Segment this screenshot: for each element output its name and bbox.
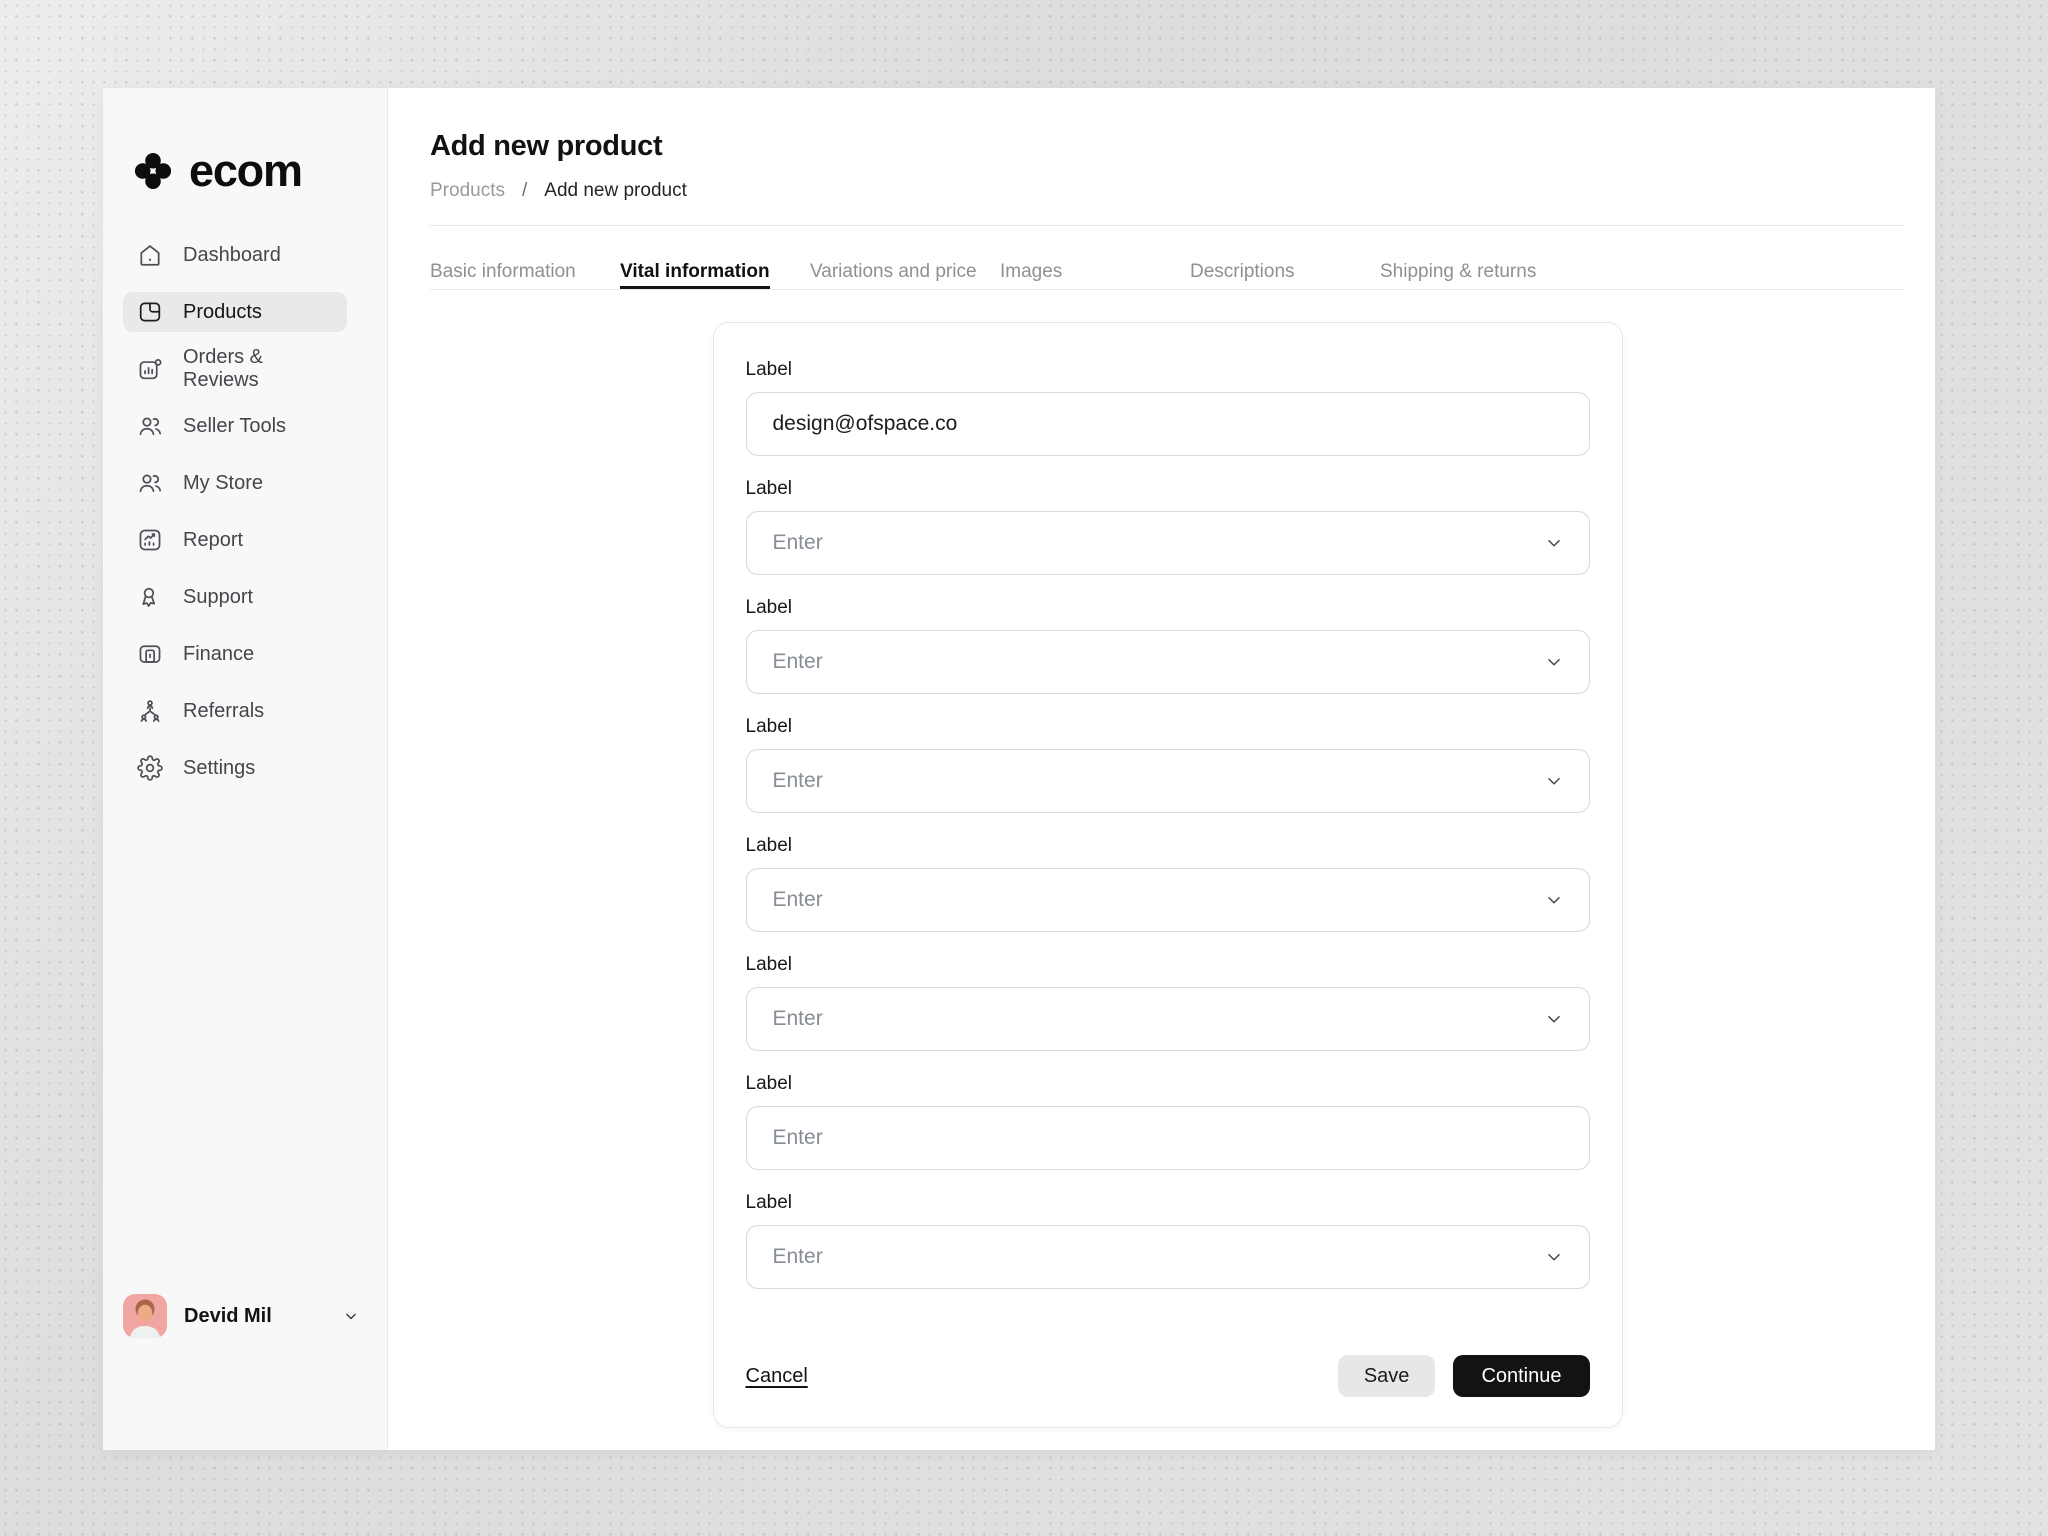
select-placeholder: Enter <box>773 769 823 793</box>
storefront-icon <box>137 299 163 325</box>
sidebar-nav: Dashboard Products Orders & Reviews <box>123 235 367 788</box>
form-footer: Cancel Save Continue <box>746 1355 1590 1397</box>
continue-button[interactable]: Continue <box>1453 1355 1589 1397</box>
brand-name: ecom <box>189 148 302 193</box>
select-placeholder: Enter <box>773 1245 823 1269</box>
tab-bar: Basic information Vital information Vari… <box>430 226 1905 290</box>
chevron-down-icon <box>1543 651 1565 673</box>
chevron-down-icon <box>1543 889 1565 911</box>
sidebar-item-label: My Store <box>183 472 263 495</box>
field-label: Label <box>746 359 1590 380</box>
form-field-4: Label Enter <box>746 716 1590 813</box>
page-title: Add new product <box>430 130 1905 163</box>
select-field[interactable]: Enter <box>746 868 1590 932</box>
gear-icon <box>137 755 163 781</box>
chevron-down-icon <box>1543 770 1565 792</box>
form-field-8: Label Enter <box>746 1192 1590 1289</box>
sidebar-item-finance[interactable]: Finance <box>123 634 347 674</box>
referrals-network-icon <box>137 698 163 724</box>
select-field[interactable]: Enter <box>746 987 1590 1051</box>
sidebar-item-label: Settings <box>183 757 255 780</box>
users-icon <box>137 470 163 496</box>
sidebar-item-dashboard[interactable]: Dashboard <box>123 235 347 275</box>
field-label: Label <box>746 1192 1590 1213</box>
form-field-5: Label Enter <box>746 835 1590 932</box>
report-chart-icon <box>137 527 163 553</box>
app-window: ecom Dashboard Products <box>103 88 1935 1450</box>
select-field[interactable]: Enter <box>746 630 1590 694</box>
chevron-down-icon <box>1543 1008 1565 1030</box>
breadcrumb-current: Add new product <box>544 180 687 202</box>
field-label: Label <box>746 1073 1590 1094</box>
select-field[interactable]: Enter <box>746 511 1590 575</box>
sidebar-item-report[interactable]: Report <box>123 520 347 560</box>
tab-images[interactable]: Images <box>1000 261 1190 289</box>
field-label: Label <box>746 835 1590 856</box>
tab-variations-and-price[interactable]: Variations and price <box>810 261 1000 289</box>
field-label: Label <box>746 716 1590 737</box>
sidebar-item-my-store[interactable]: My Store <box>123 463 347 503</box>
sidebar-item-label: Report <box>183 529 243 552</box>
sidebar-item-support[interactable]: Support <box>123 577 347 617</box>
sidebar-item-label: Dashboard <box>183 244 281 267</box>
form-field-2: Label Enter <box>746 478 1590 575</box>
sidebar-item-orders-reviews[interactable]: Orders & Reviews <box>123 349 347 389</box>
sidebar-item-label: Support <box>183 586 253 609</box>
tab-shipping-returns[interactable]: Shipping & returns <box>1380 261 1570 289</box>
sidebar-item-label: Orders & Reviews <box>183 346 333 392</box>
form-field-7: Label <box>746 1073 1590 1170</box>
sidebar-item-label: Finance <box>183 643 254 666</box>
select-field[interactable]: Enter <box>746 749 1590 813</box>
breadcrumb-separator: / <box>522 180 527 202</box>
breadcrumb-products-link[interactable]: Products <box>430 180 505 202</box>
sidebar-item-seller-tools[interactable]: Seller Tools <box>123 406 347 446</box>
form-field-1: Label <box>746 359 1590 456</box>
main-content: Add new product Products / Add new produ… <box>388 88 1935 1450</box>
email-field[interactable] <box>746 392 1590 456</box>
chevron-down-icon <box>341 1306 361 1326</box>
select-placeholder: Enter <box>773 888 823 912</box>
cancel-button[interactable]: Cancel <box>746 1365 808 1388</box>
tab-vital-information[interactable]: Vital information <box>620 261 810 289</box>
sidebar-item-label: Referrals <box>183 700 264 723</box>
form-field-3: Label Enter <box>746 597 1590 694</box>
user-profile-menu[interactable]: Devid Mil <box>123 1294 361 1338</box>
vital-information-form-card: Label Label Enter Label Enter Label <box>713 322 1623 1428</box>
support-badge-icon <box>137 584 163 610</box>
users-icon <box>137 413 163 439</box>
field-label: Label <box>746 478 1590 499</box>
form-field-6: Label Enter <box>746 954 1590 1051</box>
user-name: Devid Mil <box>184 1305 272 1328</box>
tab-basic-information[interactable]: Basic information <box>430 261 620 289</box>
text-field[interactable] <box>746 1106 1590 1170</box>
select-placeholder: Enter <box>773 1007 823 1031</box>
sidebar-item-label: Seller Tools <box>183 415 286 438</box>
tab-descriptions[interactable]: Descriptions <box>1190 261 1380 289</box>
select-placeholder: Enter <box>773 531 823 555</box>
sidebar-item-products[interactable]: Products <box>123 292 347 332</box>
breadcrumb: Products / Add new product <box>430 180 1905 202</box>
sidebar: ecom Dashboard Products <box>103 88 388 1450</box>
select-placeholder: Enter <box>773 650 823 674</box>
finance-wallet-icon <box>137 641 163 667</box>
chevron-down-icon <box>1543 1246 1565 1268</box>
sidebar-item-settings[interactable]: Settings <box>123 748 347 788</box>
field-label: Label <box>746 597 1590 618</box>
sidebar-item-referrals[interactable]: Referrals <box>123 691 347 731</box>
chevron-down-icon <box>1543 532 1565 554</box>
sidebar-item-label: Products <box>183 301 262 324</box>
clover-logo-icon <box>132 150 174 192</box>
avatar <box>123 1294 167 1338</box>
home-icon <box>137 242 163 268</box>
field-label: Label <box>746 954 1590 975</box>
select-field[interactable]: Enter <box>746 1225 1590 1289</box>
orders-chart-icon <box>137 356 163 382</box>
brand-logo: ecom <box>123 148 367 193</box>
save-button[interactable]: Save <box>1338 1355 1436 1397</box>
